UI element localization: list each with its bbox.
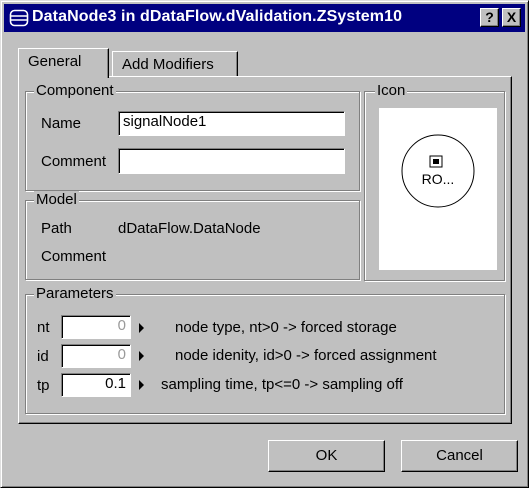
ok-button[interactable]: OK [268, 440, 385, 472]
parameter-value-field[interactable]: 0.1 [61, 373, 131, 397]
model-group: Model [25, 191, 360, 280]
icon-preview: RO... [379, 108, 497, 270]
title-bar[interactable]: DataNode3 in dDataFlow.dValidation.ZSyst… [4, 4, 525, 32]
dialog-window: DataNode3 in dDataFlow.dValidation.ZSyst… [0, 0, 529, 488]
window-title: DataNode3 in dDataFlow.dValidation.ZSyst… [32, 8, 403, 25]
name-field[interactable]: signalNode1 [118, 111, 345, 136]
model-legend: Model [34, 191, 79, 209]
model-comment-label: Comment [41, 248, 107, 265]
parameter-description: node type, nt>0 -> forced storage [175, 319, 397, 336]
path-value: dDataFlow.DataNode [118, 220, 261, 237]
window-icon [9, 9, 29, 27]
path-label: Path [41, 220, 72, 237]
icon-legend: Icon [375, 82, 408, 100]
parameter-description: sampling time, tp<=0 -> sampling off [161, 376, 403, 393]
parameter-name: tp [37, 377, 50, 394]
parameter-value-field[interactable]: 0 [61, 344, 131, 368]
expand-arrow-icon[interactable] [139, 323, 144, 333]
close-button[interactable]: X [502, 8, 521, 27]
parameters-legend: Parameters [34, 285, 116, 303]
cancel-button[interactable]: Cancel [401, 440, 518, 472]
comment-label: Comment [41, 153, 107, 170]
comment-field[interactable] [118, 148, 345, 174]
component-group: Component [25, 82, 360, 191]
parameter-description: node idenity, id>0 -> forced assignment [175, 347, 437, 364]
parameter-value-field[interactable]: 0 [61, 315, 131, 339]
expand-arrow-icon[interactable] [139, 351, 144, 361]
parameter-name: nt [37, 319, 50, 336]
component-legend: Component [34, 82, 116, 100]
tab-add-modifiers[interactable]: Add Modifiers [112, 51, 238, 76]
expand-arrow-icon[interactable] [139, 380, 144, 390]
parameter-name: id [37, 348, 49, 365]
name-label: Name [41, 115, 82, 132]
tab-general[interactable]: General [18, 48, 109, 78]
help-button[interactable]: ? [480, 8, 499, 27]
icon-preview-text: RO... [422, 171, 455, 187]
data-node-icon: RO... [401, 134, 475, 208]
